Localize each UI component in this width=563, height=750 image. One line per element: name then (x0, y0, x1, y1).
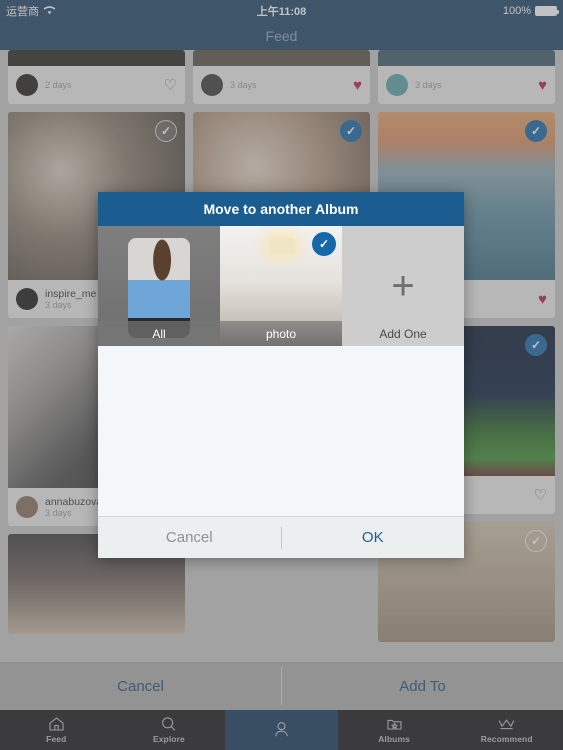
move-to-album-dialog: Move to another Album All ✓ photo + Add … (98, 192, 464, 558)
check-circle-icon[interactable]: ✓ (312, 232, 336, 256)
dialog-footer: Cancel OK (98, 516, 464, 558)
album-name: photo (220, 321, 342, 346)
app-screen: 运营商 上午11:08 100% Feed 2 days ♡ ✓ inspire… (0, 0, 563, 750)
plus-icon: + (391, 264, 415, 308)
album-tile-photo[interactable]: ✓ photo (220, 226, 342, 346)
album-name: Add One (379, 326, 427, 341)
dialog-cancel-button[interactable]: Cancel (98, 529, 281, 546)
dialog-body (98, 346, 464, 516)
album-tile-add-one[interactable]: + Add One (342, 226, 464, 346)
album-tile-all[interactable]: All (98, 226, 220, 346)
album-name: All (98, 321, 220, 346)
album-list: All ✓ photo + Add One (98, 226, 464, 346)
dialog-ok-button[interactable]: OK (282, 529, 465, 546)
dialog-title: Move to another Album (98, 192, 464, 226)
